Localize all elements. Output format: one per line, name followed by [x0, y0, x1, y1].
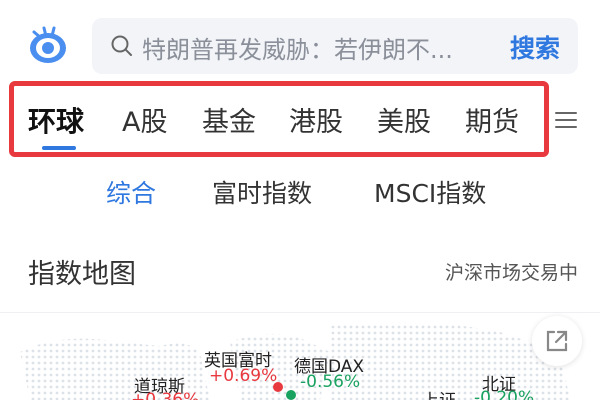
tab-us-stocks[interactable]: 美股 — [377, 100, 431, 139]
section-title: 指数地图 — [28, 259, 136, 290]
index-change-beijing: -0.20% — [474, 388, 535, 400]
map-marker-ftse[interactable] — [273, 382, 283, 392]
tab-hk-stocks[interactable]: 港股 — [289, 100, 343, 139]
subtab-overview[interactable]: 综合 — [106, 174, 156, 210]
share-button[interactable] — [532, 316, 582, 366]
tab-futures[interactable]: 期货 — [465, 100, 519, 139]
index-change-dow-jones: +0.36% — [131, 390, 200, 400]
index-change-dax: -0.56% — [300, 372, 361, 392]
search-icon — [111, 35, 132, 56]
index-change-ftse: +0.69% — [209, 366, 278, 386]
subtab-msci-index[interactable]: MSCI指数 — [374, 174, 486, 210]
search-placeholder: 特朗普再发威胁：若伊朗不... — [142, 36, 453, 64]
map-marker-dax[interactable] — [286, 390, 296, 400]
market-status: 沪深市场交易中 — [444, 262, 578, 284]
search-button[interactable]: 搜索 — [510, 29, 560, 65]
tab-funds[interactable]: 基金 — [202, 100, 256, 139]
tab-a-shares[interactable]: A股 — [122, 100, 167, 139]
active-tab-indicator — [42, 146, 76, 150]
share-icon — [546, 330, 568, 352]
index-name-shanghai[interactable]: 上证 — [422, 386, 456, 400]
weibo-eye-logo-icon[interactable] — [24, 22, 72, 70]
menu-icon[interactable] — [554, 108, 578, 132]
subtab-ftse-index[interactable]: 富时指数 — [212, 174, 312, 210]
search-input[interactable]: 特朗普再发威胁：若伊朗不... 搜索 — [92, 18, 578, 74]
tab-global[interactable]: 环球 — [28, 100, 84, 140]
